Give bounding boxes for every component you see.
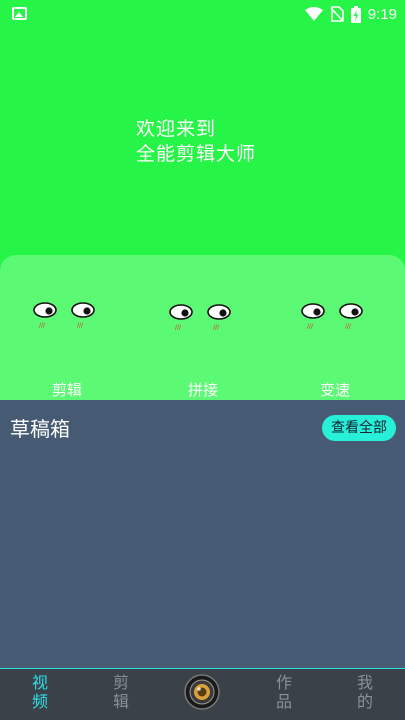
view-all-button[interactable]: 查看全部 — [322, 415, 396, 441]
feature-speed[interactable]: /// /// 变速 — [280, 255, 390, 400]
battery-charging-icon — [350, 5, 361, 23]
nav-item-video[interactable]: 视 频 — [20, 673, 60, 711]
nav-char: 的 — [356, 692, 373, 711]
feature-edit[interactable]: /// /// 剪辑 — [12, 255, 122, 400]
cartoon-eyes-icon: /// /// — [301, 303, 363, 330]
status-time: 9:19 — [367, 5, 397, 23]
nav-char: 辑 — [112, 692, 129, 711]
image-icon — [12, 7, 27, 20]
status-icons: 9:19 — [304, 4, 397, 24]
hero-line-2: 全能剪辑大师 — [136, 143, 257, 165]
nav-char: 作 — [275, 673, 292, 692]
svg-text:///: /// — [345, 323, 352, 330]
wifi-icon — [304, 7, 323, 21]
feature-label: 变速 — [319, 381, 350, 399]
svg-text:///: /// — [77, 322, 84, 329]
drafts-title: 草稿箱 — [10, 417, 70, 441]
feature-panel: /// /// 剪辑 /// /// 拼接 /// /// 变速 — [0, 255, 405, 400]
nav-item-works[interactable]: 作 品 — [264, 673, 304, 711]
nav-char: 视 — [31, 673, 48, 692]
svg-text:///: /// — [213, 324, 220, 331]
feature-label: 拼接 — [187, 381, 218, 399]
cartoon-eyes-icon: /// /// — [169, 304, 231, 331]
cartoon-eyes-icon: /// /// — [33, 302, 95, 329]
hero-line-1: 欢迎来到 — [136, 118, 217, 140]
nav-char: 剪 — [112, 673, 129, 692]
svg-text:///: /// — [307, 323, 314, 330]
nav-char: 我 — [356, 673, 373, 692]
nav-char: 频 — [31, 692, 48, 711]
camera-lens-icon[interactable] — [184, 674, 220, 710]
drafts-section: 草稿箱 查看全部 — [0, 400, 405, 668]
status-bar: 9:19 — [0, 0, 405, 28]
svg-text:///: /// — [175, 324, 182, 331]
nav-item-mine[interactable]: 我 的 — [345, 673, 385, 711]
feature-label: 剪辑 — [51, 381, 82, 399]
nav-char: 品 — [275, 692, 292, 711]
svg-text:///: /// — [39, 322, 46, 329]
nav-item-edit[interactable]: 剪 辑 — [101, 673, 141, 711]
feature-splice[interactable]: /// /// 拼接 — [148, 255, 258, 400]
no-sim-icon — [330, 6, 344, 22]
hero-title: 欢迎来到 全能剪辑大师 — [136, 117, 256, 167]
bottom-nav: 视 频 剪 辑 作 品 我 的 — [0, 668, 405, 720]
